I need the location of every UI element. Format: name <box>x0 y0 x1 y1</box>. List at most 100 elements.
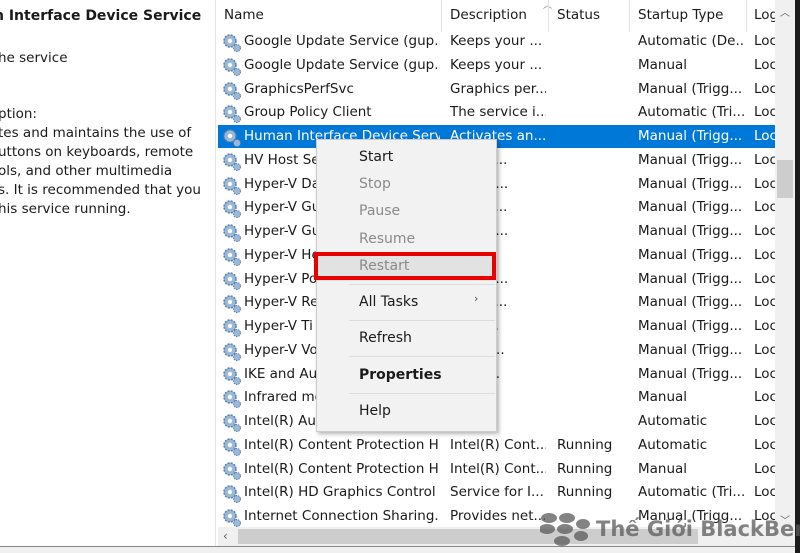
service-name: Internet Connection Sharing... <box>244 508 440 524</box>
service-log-on-as: Loc <box>754 223 775 239</box>
service-description: Graphics per... <box>450 80 546 97</box>
menu-item-pause: Pause <box>359 203 401 219</box>
vertical-scrollbar[interactable]: ︿ ﹀ <box>775 0 795 527</box>
submenu-arrow-icon: › <box>474 292 479 305</box>
service-gear-icon <box>222 223 242 243</box>
service-gear-icon <box>222 342 242 362</box>
service-log-on-as: Loc <box>754 460 775 477</box>
menu-item-properties[interactable]: Properties <box>359 367 442 383</box>
service-row[interactable]: GraphicsPerfSvc Graphics per... Manual (Tr… <box>218 78 775 101</box>
service-row[interactable]: Intel(R) Content Protection H... Intel(R)… <box>218 458 775 481</box>
column-divider[interactable] <box>441 0 442 32</box>
service-gear-icon <box>222 271 242 291</box>
watermark: Thế Giới BlackBerry <box>540 512 800 548</box>
service-name: Group Policy Client <box>244 104 372 121</box>
service-log-on-as: Loc <box>754 484 775 501</box>
vertical-scroll-thumb[interactable] <box>777 160 793 198</box>
service-row[interactable]: Group Policy Client The service i... Autom… <box>218 101 775 124</box>
service-name: Intel(R) Content Protection H... <box>244 436 440 453</box>
service-startup-type: Manual (Trigg... <box>638 223 743 239</box>
service-log-on-as: Loc <box>754 436 775 453</box>
service-description: The service i... <box>450 104 546 121</box>
column-startup-type[interactable]: Startup Type <box>638 7 723 23</box>
menu-item-resume: Resume <box>359 231 416 247</box>
service-gear-icon <box>222 176 242 196</box>
highlight-box <box>314 252 496 280</box>
service-log-on-as: Loc <box>754 413 775 429</box>
service-gear-icon <box>222 152 242 172</box>
service-startup-type: Manual (Trigg... <box>638 270 743 287</box>
service-gear-icon <box>222 128 242 148</box>
description-line: uttons on keyboards, remote <box>0 144 194 160</box>
menu-separator <box>349 284 495 285</box>
service-status: Running <box>557 436 613 453</box>
service-log-on-as: Loc <box>754 80 775 97</box>
column-divider[interactable] <box>548 0 549 32</box>
service-title: n Interface Device Service <box>0 8 202 24</box>
service-log-on-as: Loc <box>754 246 775 263</box>
service-description: Intel(R) Cont... <box>450 436 546 453</box>
service-name: Intel(R) HD Graphics Control ... <box>244 484 440 501</box>
service-action-link[interactable]: he service <box>0 50 68 66</box>
menu-item-start[interactable]: Start <box>359 149 393 165</box>
service-startup-type: Automatic (De... <box>638 33 744 49</box>
service-row[interactable]: Google Update Service (gup... Keeps your … <box>218 30 775 53</box>
service-name: Google Update Service (gup... <box>244 33 440 49</box>
description-line: ols, and other multimedia <box>0 163 173 179</box>
service-status: Running <box>557 460 613 477</box>
service-log-on-as: Loc <box>754 318 775 334</box>
service-gear-icon <box>222 437 242 457</box>
menu-separator <box>349 356 495 357</box>
service-log-on-as: Loc <box>754 104 775 121</box>
service-startup-type: Manual (Trigg... <box>638 151 743 168</box>
column-divider[interactable] <box>629 0 630 32</box>
service-startup-type: Manual (Trigg... <box>638 199 743 216</box>
service-log-on-as: Loc <box>754 56 775 73</box>
service-log-on-as: Loc <box>754 128 775 144</box>
service-log-on-as: Loc <box>754 175 775 192</box>
service-log-on-as: Loc <box>754 341 775 358</box>
column-name[interactable]: Name <box>224 7 264 23</box>
menu-item-help[interactable]: Help <box>359 403 391 419</box>
service-startup-type: Manual <box>638 460 688 477</box>
column-status[interactable]: Status <box>557 7 600 23</box>
scroll-up-icon[interactable]: ︿ <box>780 4 790 19</box>
service-log-on-as: Loc <box>754 389 775 406</box>
service-row[interactable]: Google Update Service (gup... Keeps your … <box>218 54 775 77</box>
service-startup-type: Manual (Trigg... <box>638 128 743 144</box>
service-log-on-as: Loc <box>754 365 775 382</box>
blackberry-logo-icon <box>540 513 590 546</box>
service-name: Intel(R) Content Protection H... <box>244 460 440 477</box>
service-log-on-as: Loc <box>754 294 775 311</box>
menu-item-all-tasks[interactable]: All Tasks <box>359 294 418 310</box>
scroll-left-icon[interactable]: ‹ <box>223 529 228 543</box>
service-status: Running <box>557 484 613 501</box>
pane-divider[interactable] <box>215 0 216 553</box>
column-divider[interactable] <box>746 0 747 32</box>
service-startup-type: Manual (Trigg... <box>638 294 743 311</box>
service-gear-icon <box>222 247 242 267</box>
service-startup-type: Manual <box>638 56 688 73</box>
menu-separator <box>349 393 495 394</box>
menu-item-refresh[interactable]: Refresh <box>359 330 412 346</box>
service-gear-icon <box>222 484 242 504</box>
service-description: ption: tes and maintains the use of utto… <box>0 105 201 219</box>
service-gear-icon <box>222 57 242 77</box>
service-row[interactable]: Intel(R) HD Graphics Control ... Service … <box>218 481 775 504</box>
service-log-on-as: Loc <box>754 151 775 168</box>
service-name: GraphicsPerfSvc <box>244 80 354 97</box>
service-row[interactable]: Intel(R) Content Protection H... Intel(R)… <box>218 434 775 457</box>
service-log-on-as: Loc <box>754 33 775 49</box>
service-gear-icon <box>222 294 242 314</box>
service-gear-icon <box>222 81 242 101</box>
service-description: Keeps your ... <box>450 56 543 73</box>
watermark-text: Thế Giới BlackBerry <box>596 517 800 541</box>
service-startup-type: Automatic (Tri... <box>638 484 744 501</box>
service-gear-icon <box>222 366 242 386</box>
column-description[interactable]: Description <box>450 7 527 23</box>
description-line: ption: <box>0 106 37 122</box>
service-startup-type: Manual (Trigg... <box>638 318 743 334</box>
service-startup-type: Manual (Trigg... <box>638 175 743 192</box>
service-gear-icon <box>222 104 242 124</box>
service-gear-icon <box>222 33 242 53</box>
